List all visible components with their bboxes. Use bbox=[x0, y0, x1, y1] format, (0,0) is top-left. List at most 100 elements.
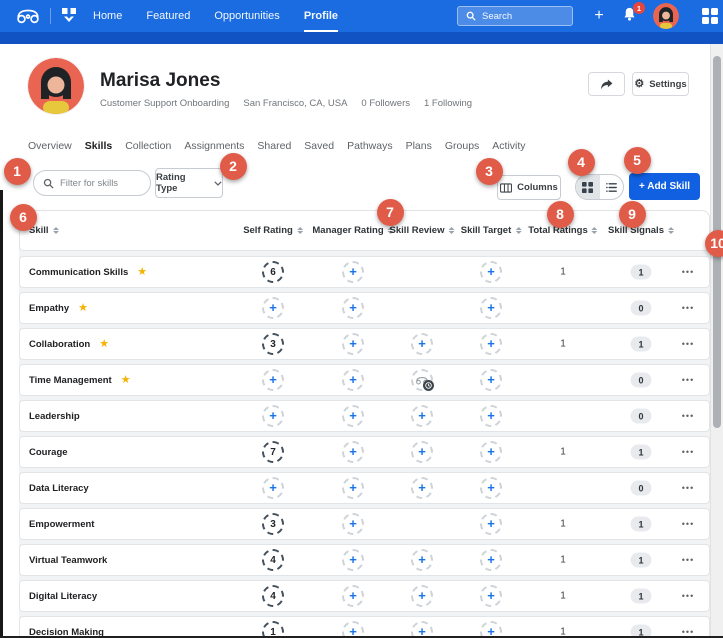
add-self-rating-button[interactable]: + bbox=[262, 405, 284, 427]
add-manager-rating-button[interactable]: + bbox=[342, 405, 364, 427]
quick-add-icon[interactable]: + bbox=[589, 4, 609, 28]
sort-icon[interactable] bbox=[667, 227, 674, 234]
skill-name[interactable]: Courage bbox=[29, 447, 68, 458]
review-rating-pending-icon[interactable] bbox=[411, 369, 434, 391]
self-rating-value[interactable]: 3 bbox=[262, 513, 284, 535]
add-review-rating-button[interactable]: + bbox=[411, 441, 433, 463]
skill-name[interactable]: Digital Literacy bbox=[29, 591, 97, 602]
nav-item-profile[interactable]: Profile bbox=[303, 0, 339, 32]
tab-overview[interactable]: Overview bbox=[28, 140, 72, 156]
row-menu-button[interactable]: ••• bbox=[682, 375, 694, 385]
tab-saved[interactable]: Saved bbox=[304, 140, 334, 156]
sort-icon[interactable] bbox=[591, 227, 598, 234]
skill-name[interactable]: Empathy bbox=[29, 303, 69, 314]
add-manager-rating-button[interactable]: + bbox=[342, 549, 364, 571]
self-rating-value[interactable]: 7 bbox=[262, 441, 284, 463]
row-menu-button[interactable]: ••• bbox=[682, 339, 694, 349]
skill-signals-badge[interactable]: 0 bbox=[630, 300, 652, 316]
skill-signals-badge[interactable]: 1 bbox=[630, 444, 652, 460]
self-rating-value[interactable]: 3 bbox=[262, 333, 284, 355]
sort-icon[interactable] bbox=[448, 227, 455, 234]
add-target-rating-button[interactable]: + bbox=[480, 297, 502, 319]
profile-avatar[interactable] bbox=[28, 58, 84, 114]
client-logo-icon[interactable] bbox=[61, 8, 77, 24]
add-review-rating-button[interactable]: + bbox=[411, 477, 433, 499]
skill-signals-badge[interactable]: 0 bbox=[630, 408, 652, 424]
skill-name[interactable]: Data Literacy bbox=[29, 483, 89, 494]
favorite-star-icon[interactable]: ★ bbox=[137, 266, 147, 278]
add-target-rating-button[interactable]: + bbox=[480, 513, 502, 535]
skill-name[interactable]: Empowerment bbox=[29, 519, 94, 530]
tab-groups[interactable]: Groups bbox=[445, 140, 479, 156]
add-manager-rating-button[interactable]: + bbox=[342, 513, 364, 535]
skill-name[interactable]: Time Management bbox=[29, 375, 112, 386]
grid-view-button[interactable] bbox=[576, 175, 600, 199]
list-view-button[interactable] bbox=[600, 175, 624, 199]
add-manager-rating-button[interactable]: + bbox=[342, 261, 364, 283]
add-manager-rating-button[interactable]: + bbox=[342, 585, 364, 607]
add-target-rating-button[interactable]: + bbox=[480, 369, 502, 391]
row-menu-button[interactable]: ••• bbox=[682, 591, 694, 601]
nav-user-avatar[interactable] bbox=[653, 3, 679, 29]
row-menu-button[interactable]: ••• bbox=[682, 411, 694, 421]
add-target-rating-button[interactable]: + bbox=[480, 477, 502, 499]
add-review-rating-button[interactable]: + bbox=[411, 405, 433, 427]
row-menu-button[interactable]: ••• bbox=[682, 303, 694, 313]
skill-name[interactable]: Virtual Teamwork bbox=[29, 555, 107, 566]
add-target-rating-button[interactable]: + bbox=[480, 261, 502, 283]
add-self-rating-button[interactable]: + bbox=[262, 477, 284, 499]
degreed-binoculars-logo-icon[interactable] bbox=[15, 7, 41, 25]
rating-type-dropdown[interactable]: Rating Type bbox=[155, 168, 223, 198]
skill-signals-badge[interactable]: 1 bbox=[630, 516, 652, 532]
row-menu-button[interactable]: ••• bbox=[682, 447, 694, 457]
tab-collection[interactable]: Collection bbox=[125, 140, 171, 156]
sort-icon[interactable] bbox=[515, 227, 522, 234]
skill-signals-badge[interactable]: 0 bbox=[630, 372, 652, 388]
search-input[interactable]: Search bbox=[457, 6, 573, 26]
skill-filter-input[interactable] bbox=[33, 170, 151, 196]
tab-skills[interactable]: Skills bbox=[85, 140, 112, 156]
self-rating-value[interactable]: 4 bbox=[262, 549, 284, 571]
add-target-rating-button[interactable]: + bbox=[480, 405, 502, 427]
favorite-star-icon[interactable]: ★ bbox=[121, 374, 131, 386]
add-target-rating-button[interactable]: + bbox=[480, 333, 502, 355]
nav-item-opportunities[interactable]: Opportunities bbox=[214, 0, 279, 32]
row-menu-button[interactable]: ••• bbox=[682, 519, 694, 529]
favorite-star-icon[interactable]: ★ bbox=[99, 338, 109, 350]
row-menu-button[interactable]: ••• bbox=[682, 267, 694, 277]
nav-item-featured[interactable]: Featured bbox=[146, 0, 190, 32]
row-menu-button[interactable]: ••• bbox=[682, 483, 694, 493]
tab-activity[interactable]: Activity bbox=[492, 140, 525, 156]
self-rating-value[interactable]: 4 bbox=[262, 585, 284, 607]
skill-signals-badge[interactable]: 1 bbox=[630, 264, 652, 280]
skill-signals-badge[interactable]: 1 bbox=[630, 588, 652, 604]
add-review-rating-button[interactable]: + bbox=[411, 333, 433, 355]
skill-name[interactable]: Leadership bbox=[29, 411, 80, 422]
add-review-rating-button[interactable]: + bbox=[411, 585, 433, 607]
add-self-rating-button[interactable]: + bbox=[262, 369, 284, 391]
skill-name[interactable]: Communication Skills bbox=[29, 267, 128, 278]
add-manager-rating-button[interactable]: + bbox=[342, 297, 364, 319]
add-self-rating-button[interactable]: + bbox=[262, 297, 284, 319]
add-manager-rating-button[interactable]: + bbox=[342, 333, 364, 355]
add-skill-button[interactable]: + Add Skill bbox=[629, 173, 700, 200]
add-manager-rating-button[interactable]: + bbox=[342, 369, 364, 391]
nav-item-home[interactable]: Home bbox=[93, 0, 122, 32]
tab-pathways[interactable]: Pathways bbox=[347, 140, 393, 156]
skill-signals-badge[interactable]: 1 bbox=[630, 552, 652, 568]
add-manager-rating-button[interactable]: + bbox=[342, 477, 364, 499]
settings-button[interactable]: ⚙ Settings bbox=[632, 72, 689, 96]
add-target-rating-button[interactable]: + bbox=[480, 549, 502, 571]
notifications-bell-icon[interactable]: 1 bbox=[622, 2, 645, 26]
skill-name[interactable]: Collaboration bbox=[29, 339, 90, 350]
column-header-self-rating[interactable]: Self Rating bbox=[243, 211, 303, 250]
row-menu-button[interactable]: ••• bbox=[682, 555, 694, 565]
tab-shared[interactable]: Shared bbox=[257, 140, 291, 156]
columns-button[interactable]: Columns bbox=[497, 175, 561, 200]
share-profile-button[interactable] bbox=[588, 72, 625, 96]
sort-icon[interactable] bbox=[296, 227, 303, 234]
sort-icon[interactable] bbox=[52, 227, 59, 234]
add-review-rating-button[interactable]: + bbox=[411, 549, 433, 571]
skill-signals-badge[interactable]: 1 bbox=[630, 336, 652, 352]
self-rating-value[interactable]: 6 bbox=[262, 261, 284, 283]
